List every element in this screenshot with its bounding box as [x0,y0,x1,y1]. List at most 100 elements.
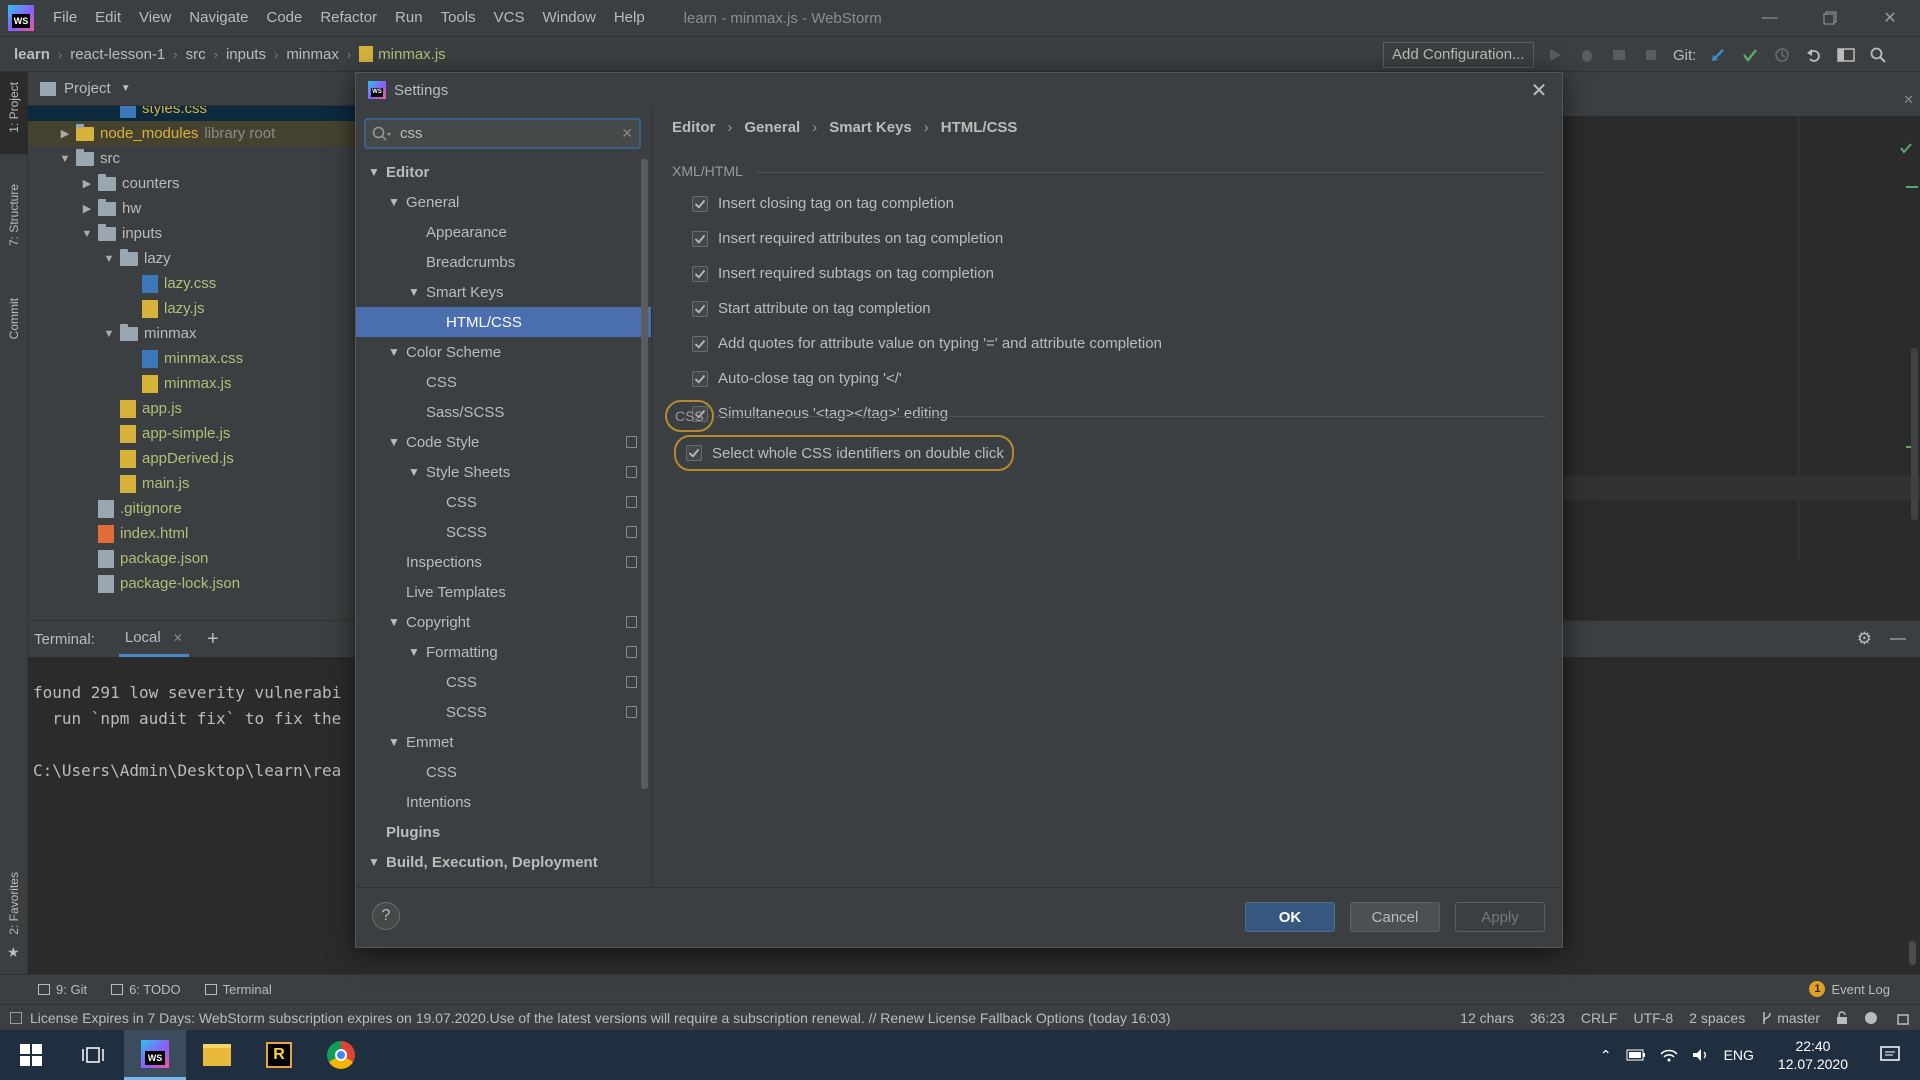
restore-icon[interactable] [1800,0,1860,36]
coverage-icon[interactable] [1609,45,1629,65]
breadcrumb-item[interactable]: learn [14,46,50,63]
menu-help[interactable]: Help [605,0,654,36]
chevron-down-icon[interactable]: ▼ [121,83,131,94]
project-tree-row[interactable]: package.json [28,546,356,571]
collapsed-arrow-icon[interactable]: ▶ [80,177,94,190]
expanded-arrow-icon[interactable]: ▼ [102,253,116,265]
menu-navigate[interactable]: Navigate [180,0,257,36]
close-icon[interactable]: ✕ [1526,77,1552,103]
settings-tree-item[interactable]: CSS [356,367,651,397]
option-checkbox[interactable] [692,195,708,212]
expanded-arrow-icon[interactable]: ▼ [102,328,116,340]
task-view-button[interactable] [62,1030,124,1080]
project-tree-row[interactable]: appDerived.js [28,446,356,471]
volume-icon[interactable] [1692,1048,1710,1062]
expanded-arrow-icon[interactable]: ▼ [58,153,72,165]
license-message[interactable]: License Expires in 7 Days: WebStorm subs… [30,1010,1171,1026]
settings-tree-item[interactable]: ▼ Code Style [356,427,651,457]
project-tree-row[interactable]: ▼ lazy [28,246,356,271]
settings-tree-item[interactable]: Breadcrumbs [356,247,651,277]
xml-option-row[interactable]: Add quotes for attribute value on typing… [692,335,1162,352]
menu-window[interactable]: Window [533,0,604,36]
css-option-row[interactable]: Select whole CSS identifiers on double c… [674,435,1014,471]
gear-icon[interactable]: ⚙ [1857,629,1872,649]
xml-option-row[interactable]: Insert required attributes on tag comple… [692,230,1003,247]
settings-tree-item[interactable]: SCSS [356,697,651,727]
project-tree-row[interactable]: index.html [28,521,356,546]
settings-tree-item[interactable]: ▼ Formatting [356,637,651,667]
notifications-icon[interactable] [1880,1046,1900,1064]
wifi-icon[interactable] [1660,1048,1678,1062]
menu-tools[interactable]: Tools [432,0,485,36]
xml-option-row[interactable]: Insert closing tag on tag completion [692,195,954,212]
option-checkbox[interactable] [692,265,708,282]
hide-panel-icon[interactable]: — [1890,630,1906,648]
settings-tree-item[interactable]: HTML/CSS [356,307,651,337]
menu-file[interactable]: File [44,0,86,36]
clock[interactable]: 22:40 12.07.2020 [1778,1037,1848,1073]
project-tree-row[interactable]: styles.css [28,106,356,121]
project-panel-title[interactable]: Project [64,80,111,97]
settings-tree-item[interactable]: Sass/SCSS [356,397,651,427]
editor-scrollbar[interactable] [1911,348,1918,520]
xml-option-row[interactable]: Insert required subtags on tag completio… [692,265,994,282]
option-checkbox[interactable] [692,370,708,387]
settings-breadcrumb-item[interactable]: Smart Keys [829,119,912,136]
apply-button[interactable]: Apply [1455,902,1545,932]
expanded-arrow-icon[interactable]: ▼ [366,165,382,179]
menu-refactor[interactable]: Refactor [311,0,386,36]
settings-tree-item[interactable]: ▼ Copyright [356,607,651,637]
project-tool-tab[interactable]: 1: Project [0,72,28,154]
git-commit-icon[interactable] [1740,45,1760,65]
settings-tree-item[interactable]: ▼ Emmet [356,727,651,757]
settings-tree-item[interactable]: Appearance [356,217,651,247]
menu-vcs[interactable]: VCS [485,0,534,36]
memory-icon[interactable] [1896,1011,1910,1025]
expanded-arrow-icon[interactable]: ▼ [406,285,422,299]
settings-search-field[interactable]: ✕ [364,118,641,149]
commit-tool-tab[interactable]: Commit [7,298,21,339]
settings-tree-item[interactable]: SCSS [356,517,651,547]
project-structure-icon[interactable] [1836,45,1856,65]
structure-tool-tab[interactable]: 7: Structure [7,184,21,246]
settings-tree-item[interactable]: Intentions [356,787,651,817]
menu-code[interactable]: Code [257,0,311,36]
chevron-up-icon[interactable]: ⌃ [1600,1047,1612,1064]
breadcrumb-item[interactable]: minmax [286,46,339,63]
minimize-icon[interactable]: — [1740,0,1800,36]
event-log-tab[interactable]: 1 Event Log [1809,981,1890,997]
settings-tree-item[interactable]: ▼ Smart Keys [356,277,651,307]
settings-tree-item[interactable]: Plugins [356,817,651,847]
project-tree-row[interactable]: main.js [28,471,356,496]
expanded-arrow-icon[interactable]: ▼ [80,228,94,240]
taskbar-rider[interactable]: R [248,1030,310,1080]
add-configuration-button[interactable]: Add Configuration... [1383,42,1534,68]
collapsed-arrow-icon[interactable]: ▶ [80,202,94,215]
search-everywhere-icon[interactable] [1868,45,1888,65]
project-tree-row[interactable]: minmax.css [28,346,356,371]
start-button[interactable] [0,1030,62,1080]
new-terminal-plus-icon[interactable]: + [207,628,219,651]
git-update-icon[interactable] [1708,45,1728,65]
project-tree-row[interactable]: ▶ node_modules library root [28,121,356,146]
run-icon[interactable] [1545,45,1565,65]
close-tab-icon[interactable]: ✕ [173,631,183,645]
settings-breadcrumb-item[interactable]: General [744,119,800,136]
project-tree-row[interactable]: ▼ src [28,146,356,171]
search-input[interactable] [400,125,600,142]
breadcrumb-item[interactable]: src [186,46,206,63]
option-checkbox[interactable] [692,230,708,247]
indent-setting[interactable]: 2 spaces [1689,1010,1745,1026]
settings-tree-item[interactable]: CSS [356,487,651,517]
project-tree-row[interactable]: ▼ minmax [28,321,356,346]
stop-icon[interactable] [1641,45,1661,65]
ok-button[interactable]: OK [1245,902,1335,932]
expanded-arrow-icon[interactable]: ▼ [366,855,382,869]
xml-option-row[interactable]: Simultaneous '<tag></tag>' editing [692,405,948,422]
inspection-icon[interactable] [1864,1011,1880,1025]
project-tree-row[interactable]: ▼ inputs [28,221,356,246]
help-button[interactable]: ? [372,902,400,930]
git-history-icon[interactable] [1772,45,1792,65]
project-tree-row[interactable]: minmax.js [28,371,356,396]
clear-search-icon[interactable]: ✕ [621,125,633,142]
